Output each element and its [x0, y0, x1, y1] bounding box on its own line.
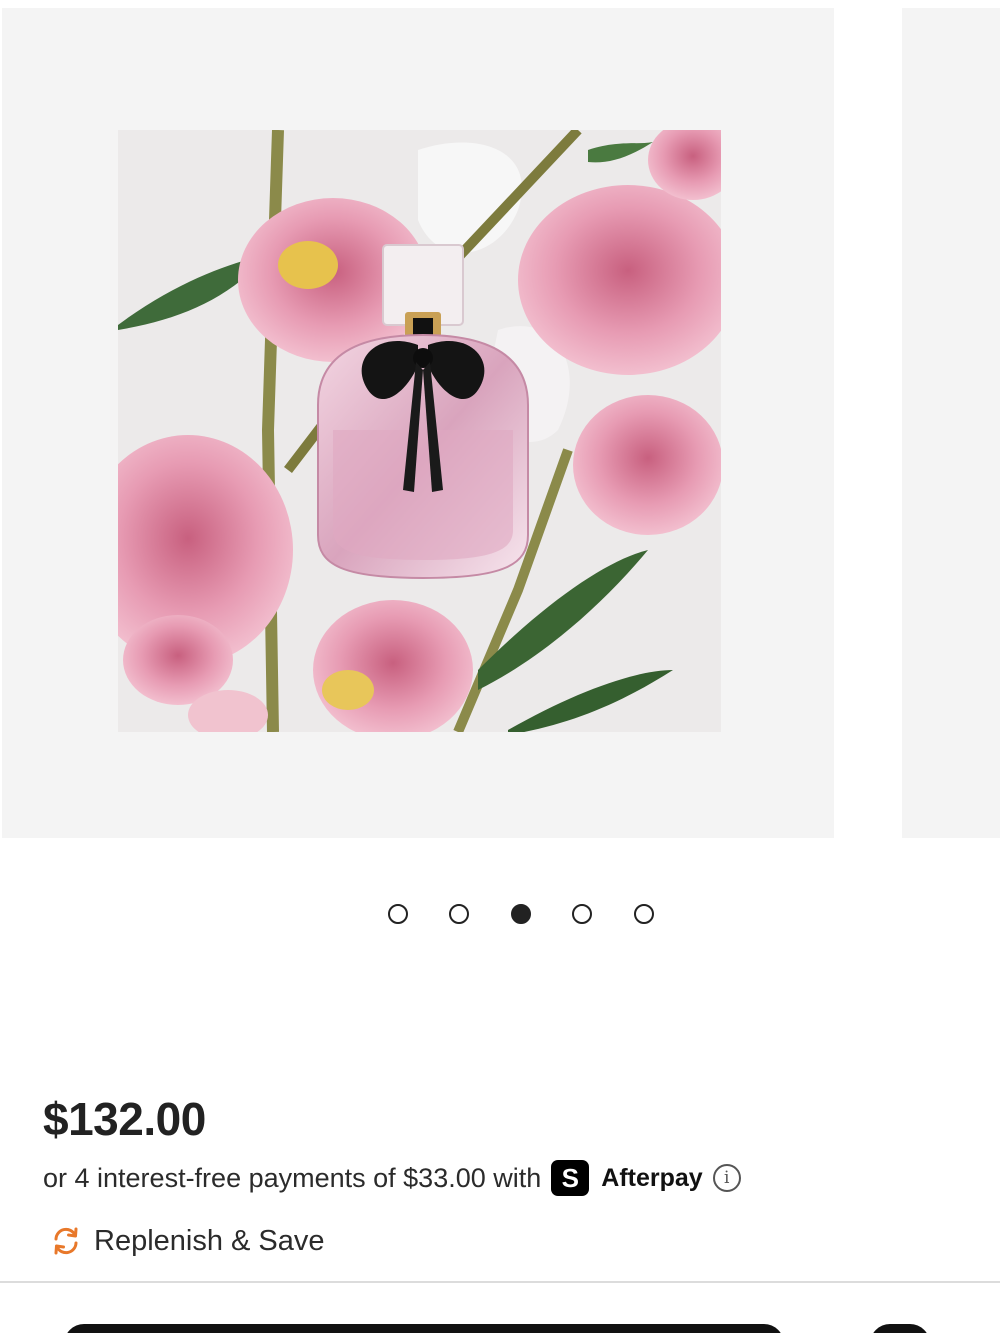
replenish-and-save-link[interactable]: Replenish & Save	[50, 1220, 325, 1262]
product-detail-page: $132.00 or 4 interest-free payments of $…	[0, 0, 1000, 1333]
carousel-dot-4[interactable]	[572, 904, 592, 924]
carousel-slide-current[interactable]	[2, 8, 834, 838]
product-image	[118, 130, 721, 732]
installments-text: or 4 interest-free payments of $33.00 wi…	[43, 1162, 542, 1193]
favorite-button[interactable]	[870, 1324, 930, 1333]
product-image-carousel[interactable]	[0, 0, 1000, 840]
info-icon[interactable]: i	[712, 1164, 741, 1192]
carousel-dot-5[interactable]	[634, 904, 654, 924]
afterpay-installments: or 4 interest-free payments of $33.00 wi…	[43, 1160, 741, 1196]
product-price: $132.00	[43, 1093, 206, 1145]
afterpay-logo-icon: S	[551, 1160, 590, 1196]
replenish-label: Replenish & Save	[94, 1224, 325, 1257]
refresh-cycle-icon	[54, 1227, 78, 1255]
perfume-with-peonies-illustration	[118, 130, 721, 732]
section-divider	[0, 1281, 1000, 1283]
afterpay-name: Afterpay	[601, 1163, 703, 1192]
carousel-dot-1[interactable]	[388, 904, 408, 924]
carousel-dot-2[interactable]	[449, 904, 469, 924]
carousel-dot-3[interactable]	[511, 904, 531, 924]
carousel-pagination	[0, 902, 1000, 926]
add-to-bag-button[interactable]	[64, 1324, 784, 1333]
carousel-slide-next[interactable]	[902, 8, 1000, 838]
